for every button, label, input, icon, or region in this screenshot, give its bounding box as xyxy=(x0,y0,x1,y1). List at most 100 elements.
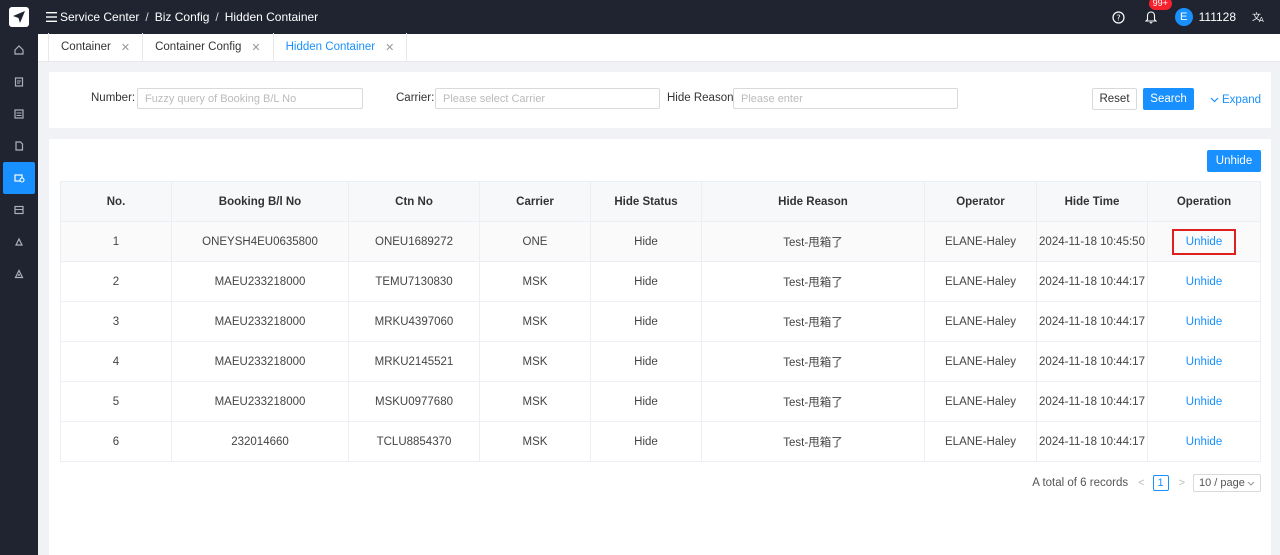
top-bar: Service Center / Biz Config / Hidden Con… xyxy=(0,0,1280,34)
cell-status: Hide xyxy=(590,421,702,462)
cell-booking: MAEU233218000 xyxy=(171,381,349,422)
tab-container[interactable]: Container ✕ xyxy=(48,33,144,61)
svg-text:?: ? xyxy=(1117,13,1121,22)
page-size-value: 10 / page xyxy=(1199,477,1245,489)
cell-booking: MAEU233218000 xyxy=(171,341,349,382)
language-icon[interactable]: 文A xyxy=(1250,9,1266,25)
sidebar-item-home[interactable] xyxy=(0,34,38,66)
filter-panel: Number: Fuzzy query of Booking B/L No Ca… xyxy=(49,72,1271,128)
svg-text:A: A xyxy=(1259,16,1264,23)
tab-hidden-container[interactable]: Hidden Container ✕ xyxy=(274,33,408,61)
sidebar-item-reports[interactable] xyxy=(0,130,38,162)
help-icon[interactable]: ? xyxy=(1111,9,1127,25)
hide-reason-label: Hide Reason: xyxy=(667,92,737,104)
menu-toggle-icon[interactable] xyxy=(44,10,58,24)
page-number[interactable]: 1 xyxy=(1152,475,1169,491)
breadcrumb-service-center[interactable]: Service Center xyxy=(60,10,139,24)
avatar[interactable]: E xyxy=(1174,8,1193,26)
cell-reason: Test-甩箱了 xyxy=(701,221,925,262)
username[interactable]: 111128 xyxy=(1199,10,1236,24)
table-row[interactable]: 3 MAEU233218000 MRKU4397060 MSK Hide Tes… xyxy=(60,301,1261,342)
cell-operation: Unhide xyxy=(1147,381,1261,422)
cell-time: 2024-11-18 10:44:17 xyxy=(1036,341,1148,382)
table-row[interactable]: 4 MAEU233218000 MRKU2145521 MSK Hide Tes… xyxy=(60,341,1261,382)
unhide-button[interactable]: Unhide xyxy=(1207,150,1261,172)
column-header: Hide Reason xyxy=(701,181,925,222)
cell-reason: Test-甩箱了 xyxy=(701,381,925,422)
unhide-link[interactable]: Unhide xyxy=(1186,316,1222,328)
hide-reason-input[interactable]: Please enter xyxy=(733,88,958,109)
cell-operation: Unhide xyxy=(1147,261,1261,302)
column-header: Operator xyxy=(924,181,1037,222)
tab-container-config[interactable]: Container Config ✕ xyxy=(143,33,274,61)
unhide-link[interactable]: Unhide xyxy=(1186,356,1222,368)
unhide-link[interactable]: Unhide xyxy=(1186,436,1222,448)
column-header: Ctn No xyxy=(348,181,480,222)
prev-page-icon[interactable]: < xyxy=(1138,477,1144,489)
page-size-select[interactable]: 10 / page xyxy=(1193,474,1261,492)
notification-button[interactable]: 99+ xyxy=(1143,0,1172,25)
cell-time: 2024-11-18 10:44:17 xyxy=(1036,261,1148,302)
sidebar xyxy=(0,34,38,555)
unhide-link[interactable]: Unhide xyxy=(1186,396,1222,408)
cell-booking: MAEU233218000 xyxy=(171,301,349,342)
notification-badge: 99+ xyxy=(1148,0,1172,10)
cell-booking: 232014660 xyxy=(171,421,349,462)
sidebar-item-list[interactable] xyxy=(0,98,38,130)
cell-status: Hide xyxy=(590,381,702,422)
sidebar-item-table[interactable] xyxy=(0,194,38,226)
next-page-icon[interactable]: > xyxy=(1179,477,1185,489)
sidebar-item-documents[interactable] xyxy=(0,66,38,98)
close-icon[interactable]: ✕ xyxy=(251,41,260,54)
document-icon xyxy=(14,77,24,87)
chevron-down-icon xyxy=(1210,97,1219,103)
cell-no: 6 xyxy=(60,421,172,462)
cell-reason: Test-甩箱了 xyxy=(701,341,925,382)
paper-plane-logo-icon xyxy=(9,7,29,27)
cell-reason: Test-甩箱了 xyxy=(701,301,925,342)
logo[interactable] xyxy=(0,0,38,34)
table-row[interactable]: 1 ONEYSH4EU0635800 ONEU1689272 ONE Hide … xyxy=(60,221,1261,262)
table-row[interactable]: 6 232014660 TCLU8854370 MSK Hide Test-甩箱… xyxy=(60,421,1261,462)
carrier-label: Carrier: xyxy=(396,92,435,104)
number-input[interactable]: Fuzzy query of Booking B/L No xyxy=(137,88,363,109)
close-icon[interactable]: ✕ xyxy=(121,41,130,54)
breadcrumb: Service Center / Biz Config / Hidden Con… xyxy=(60,10,318,24)
page-tabs: Container ✕ Container Config ✕ Hidden Co… xyxy=(38,33,1280,62)
table-row[interactable]: 2 MAEU233218000 TEMU7130830 MSK Hide Tes… xyxy=(60,261,1261,302)
number-label: Number: xyxy=(91,92,136,104)
unhide-link[interactable]: Unhide xyxy=(1186,276,1222,288)
cell-operation: Unhide xyxy=(1147,421,1261,462)
breadcrumb-separator: / xyxy=(215,10,219,24)
sidebar-item-settings[interactable] xyxy=(0,226,38,258)
cell-time: 2024-11-18 10:45:50 xyxy=(1036,221,1148,262)
cell-carrier: MSK xyxy=(479,341,591,382)
table-header-row: No. Booking B/l No Ctn No Carrier Hide S… xyxy=(60,181,1261,222)
settings-icon xyxy=(15,237,23,246)
sidebar-item-service-center[interactable] xyxy=(3,162,35,194)
cell-no: 3 xyxy=(60,301,172,342)
column-header: No. xyxy=(60,181,172,222)
carrier-select[interactable]: Please select Carrier xyxy=(435,88,660,109)
cell-time: 2024-11-18 10:44:17 xyxy=(1036,301,1148,342)
breadcrumb-biz-config[interactable]: Biz Config xyxy=(155,10,210,24)
cell-no: 5 xyxy=(60,381,172,422)
table-panel: Unhide No. Booking B/l No Ctn No Carrier… xyxy=(49,139,1271,555)
cell-time: 2024-11-18 10:44:17 xyxy=(1036,421,1148,462)
cell-status: Hide xyxy=(590,341,702,382)
table-row[interactable]: 5 MAEU233218000 MSKU0977680 MSK Hide Tes… xyxy=(60,381,1261,422)
pagination: A total of 6 records < 1 > 10 / page xyxy=(1032,474,1261,492)
sidebar-item-user[interactable] xyxy=(0,258,38,290)
cell-status: Hide xyxy=(590,301,702,342)
home-icon xyxy=(14,45,24,55)
cell-ctn: ONEU1689272 xyxy=(348,221,480,262)
cell-operator: ELANE-Haley xyxy=(924,301,1037,342)
search-button[interactable]: Search xyxy=(1143,88,1194,110)
tab-label: Container Config xyxy=(155,41,242,53)
reset-button[interactable]: Reset xyxy=(1092,88,1137,110)
unhide-link[interactable]: Unhide xyxy=(1171,228,1237,255)
cell-booking: ONEYSH4EU0635800 xyxy=(171,221,349,262)
close-icon[interactable]: ✕ xyxy=(385,41,394,54)
cell-operator: ELANE-Haley xyxy=(924,421,1037,462)
expand-toggle[interactable]: Expand xyxy=(1210,94,1261,106)
